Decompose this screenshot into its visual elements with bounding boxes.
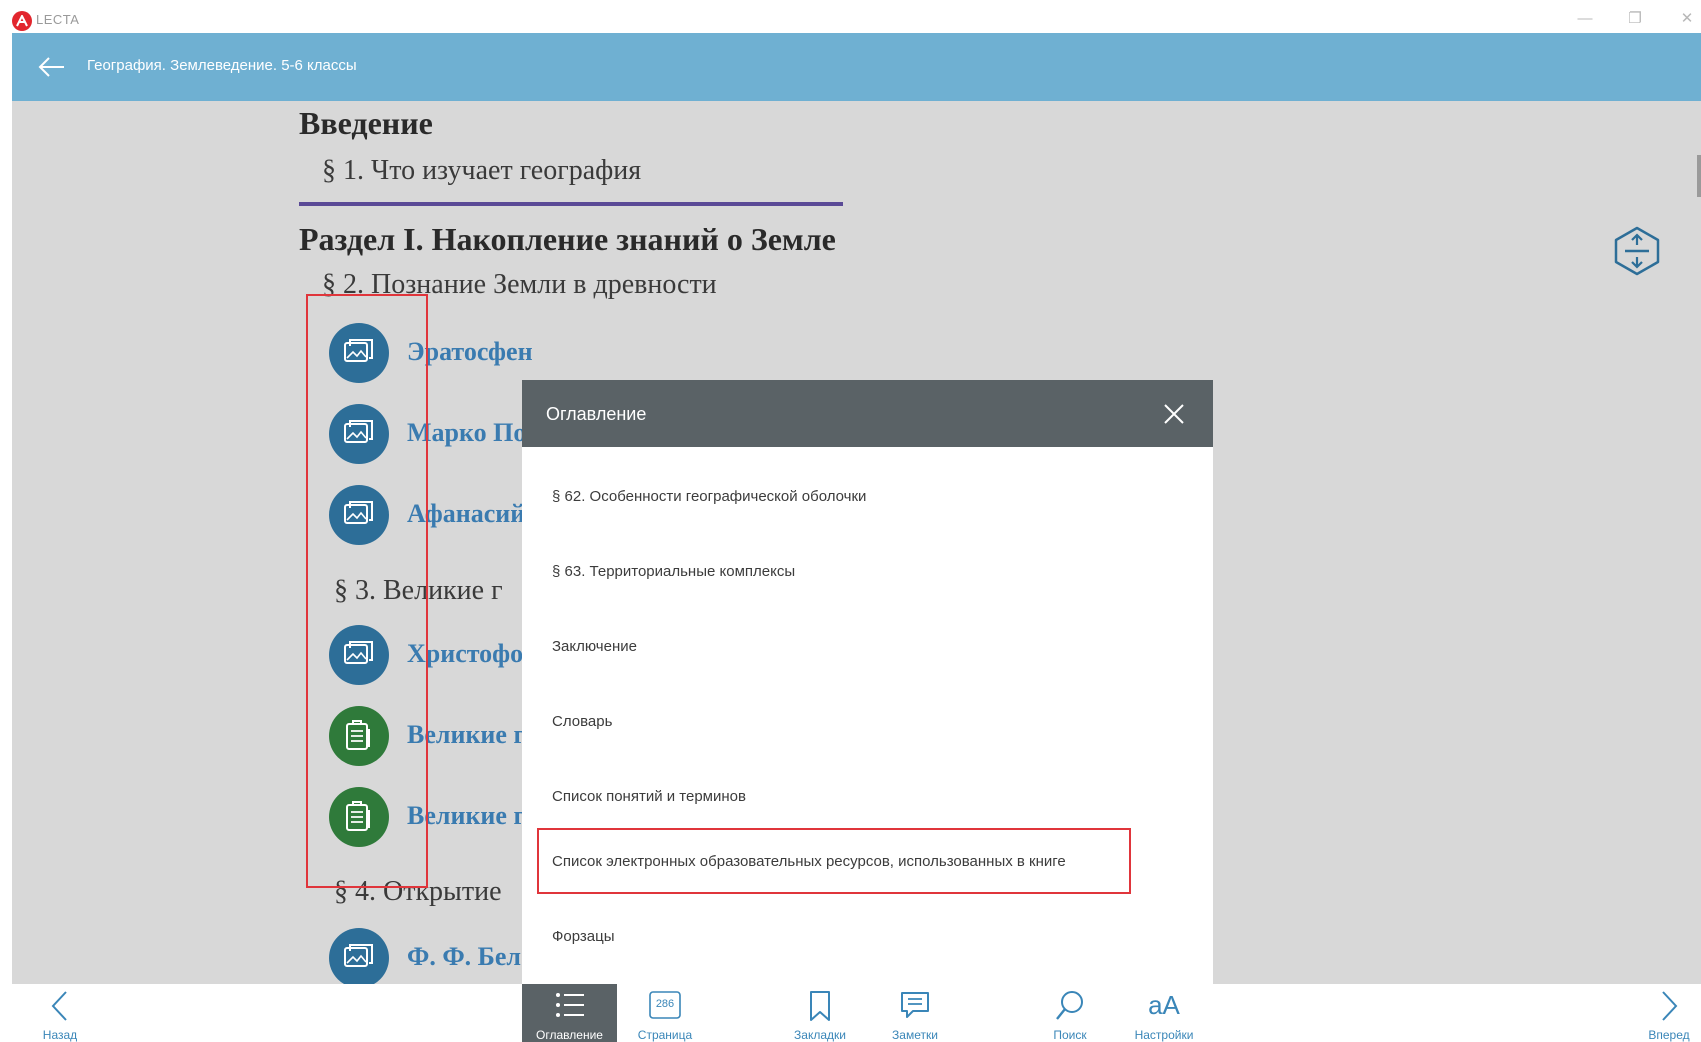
bottom-toolbar: Назад Оглавление 286 Страница Закладки З… [0,984,1701,1042]
back-label: Назад [42,1028,78,1042]
page-button[interactable]: 286 Страница [625,984,705,1042]
toc-item[interactable]: Список понятий и терминов [552,788,746,805]
window-titlebar: LECTA — ❐ ✕ [0,0,1701,33]
current-section-underline [299,202,843,206]
font-size-icon: aA [1148,990,1180,1020]
toc-item[interactable]: Форзацы [552,928,615,945]
toc-item[interactable]: § 62. Особенности географической оболочк… [552,488,866,505]
minimize-button[interactable]: — [1570,8,1600,30]
bookmarks-button[interactable]: Закладки [780,984,860,1042]
highlight-rectangle-icons [306,294,428,888]
close-icon[interactable] [1160,400,1188,428]
forward-button[interactable]: Вперед [1640,984,1698,1042]
app-header: География. Землеведение. 5-6 классы [12,33,1701,101]
bookmarks-label: Закладки [794,1028,846,1042]
app-name: LECTA [36,12,80,27]
toc-item[interactable]: Словарь [552,713,612,730]
settings-button[interactable]: aA Настройки [1120,984,1208,1042]
gallery-icon[interactable] [329,928,389,984]
settings-label: Настройки [1134,1028,1194,1042]
toc-item[interactable]: § 63. Территориальные комплексы [552,563,795,580]
heading-section1[interactable]: Раздел I. Накопление знаний о Земле [299,221,836,258]
toc-dialog-header: Оглавление [522,380,1213,447]
resource-link-bellingshausen[interactable]: Ф. Ф. Бел [407,942,521,972]
search-button[interactable]: Поиск [1030,984,1110,1042]
forward-label: Вперед [1648,1028,1690,1042]
toc-dialog-title: Оглавление [546,404,647,424]
book-title: География. Землеведение. 5-6 классы [87,57,357,74]
page-number: 286 [655,998,675,1010]
contents-label: Оглавление [536,1028,603,1042]
collapse-expand-icon[interactable] [1611,225,1663,277]
search-label: Поиск [1053,1028,1087,1042]
heading-intro[interactable]: Введение [299,105,433,142]
toc-entry-para1[interactable]: § 1. Что изучает география [322,155,641,187]
notes-label: Заметки [892,1028,938,1042]
highlight-rectangle-toc-item [537,828,1131,894]
contents-button[interactable]: Оглавление [522,984,617,1042]
lecta-logo-icon [12,11,32,31]
toc-dialog: Оглавление § 62. Особенности географичес… [522,380,1213,984]
scrollbar-thumb[interactable] [1697,155,1701,197]
back-arrow-icon[interactable] [36,53,68,81]
maximize-button[interactable]: ❐ [1620,8,1650,30]
page-label: Страница [637,1028,693,1042]
back-button[interactable]: Назад [30,984,90,1042]
toc-item[interactable]: Заключение [552,638,637,655]
close-window-button[interactable]: ✕ [1672,8,1701,30]
notes-button[interactable]: Заметки [875,984,955,1042]
